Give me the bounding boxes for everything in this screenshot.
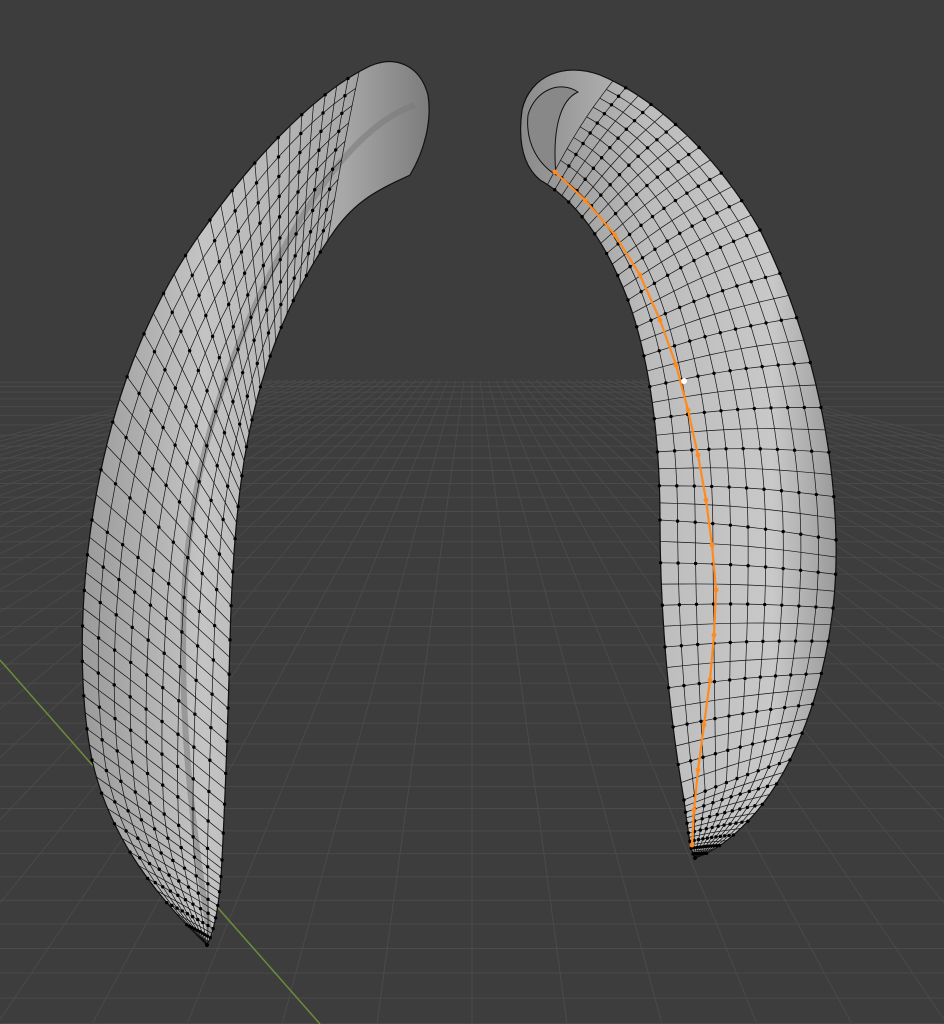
selected-vertex[interactable] (612, 232, 618, 238)
selected-vertex[interactable] (709, 542, 715, 548)
selected-vertex[interactable] (685, 407, 691, 413)
horn-right-body[interactable] (519, 69, 837, 859)
selected-vertex[interactable] (711, 632, 717, 638)
selected-vertex[interactable] (657, 317, 663, 323)
selected-vertex[interactable] (552, 169, 558, 175)
selected-vertex[interactable] (695, 767, 701, 773)
active-vertex[interactable] (681, 378, 687, 384)
selected-vertex[interactable] (673, 362, 679, 368)
selected-vertex[interactable] (701, 722, 707, 728)
selected-vertex[interactable] (691, 807, 697, 813)
horn-left-body[interactable] (81, 61, 430, 946)
selected-vertex[interactable] (703, 497, 709, 503)
selected-vertex[interactable] (707, 677, 713, 683)
horn-right[interactable] (519, 69, 838, 860)
selected-vertex[interactable] (689, 842, 695, 848)
selected-vertex[interactable] (582, 197, 588, 203)
horn-left[interactable] (80, 61, 430, 947)
3d-viewport[interactable] (0, 0, 944, 1024)
selected-vertex[interactable] (637, 272, 643, 278)
selected-vertex[interactable] (695, 452, 701, 458)
selected-vertex[interactable] (713, 587, 719, 593)
scene-canvas[interactable] (0, 0, 944, 1024)
